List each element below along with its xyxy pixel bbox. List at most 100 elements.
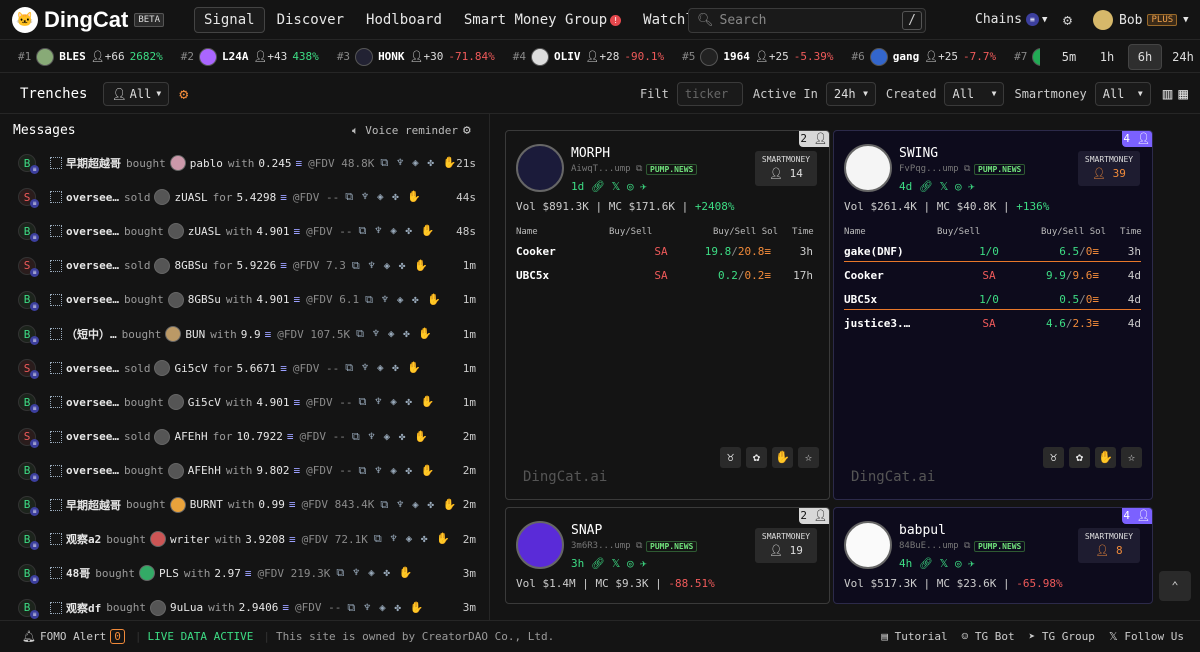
- pump-news-badge[interactable]: PUMP.NEWS: [646, 164, 698, 175]
- active-in-select[interactable]: 24h ▼: [825, 81, 876, 106]
- frog-icon[interactable]: ✿: [746, 447, 767, 468]
- token-name[interactable]: PLS: [159, 567, 179, 580]
- message-row[interactable]: B ≡ 早期超越哥 bought BURNT with 0.99 ≡ @FDV 843.4K ⧉ …: [0, 488, 489, 522]
- message-row[interactable]: B ≡ oversee… bought 8GBSu with 4.901 ≡ @FDV 6.1 ⧉…: [0, 283, 489, 317]
- star-icon[interactable]: ☆: [1121, 447, 1142, 468]
- pump-news-badge[interactable]: PUMP.NEWS: [974, 541, 1026, 552]
- trade-tools-icons[interactable]: ⧉ ♆ ◈ ✤ ✋: [352, 259, 429, 273]
- token-name[interactable]: Gi5cV: [174, 362, 207, 375]
- trade-tools-icons[interactable]: ⧉ ♆ ◈ ✤ ✋: [345, 361, 422, 375]
- token-name[interactable]: AFEhH: [188, 464, 221, 477]
- frog-icon[interactable]: ✿: [1069, 447, 1090, 468]
- footer-link-tg-bot[interactable]: ☺ TG Bot: [962, 630, 1015, 643]
- trader-name[interactable]: oversee…: [66, 396, 119, 409]
- pump-news-badge[interactable]: PUMP.NEWS: [646, 541, 698, 552]
- trade-tools-icons[interactable]: ⧉ ♆ ◈ ✤ ✋: [345, 190, 422, 204]
- message-row[interactable]: S ≡ oversee… sold 8GBSu for 5.9226 ≡ @FDV 7.3 ⧉ ♆…: [0, 249, 489, 283]
- ticker-item[interactable]: #4 OLIV 👤︎+28 -90.1%: [513, 47, 664, 66]
- ticker-item[interactable]: #2 L24A 👤︎+43 438%: [181, 47, 319, 66]
- message-row[interactable]: B ≡ oversee… bought Gi5cV with 4.901 ≡ @FDV -- ⧉ …: [0, 385, 489, 419]
- trade-tools-icons[interactable]: ⧉ ♆ ◈ ✤ ✋: [380, 156, 457, 170]
- table-row[interactable]: justice3.… SA 4.6/2.3≡ 4d: [844, 314, 1141, 334]
- token-name[interactable]: BUN: [185, 328, 205, 341]
- card-view-icon[interactable]: ▥: [1163, 84, 1173, 103]
- token-name[interactable]: 9uLua: [170, 601, 203, 614]
- token-address[interactable]: FvPqg...ump ⧉: [899, 164, 970, 174]
- message-row[interactable]: S ≡ oversee… sold zUASL for 5.4298 ≡ @FDV -- ⧉ ♆ …: [0, 180, 489, 214]
- token-card[interactable]: 4 👤︎ babpul 84BuE...ump ⧉ PUMP.NEWS 4h 🔗︎ 𝕏 …: [833, 507, 1153, 604]
- logo[interactable]: 🐱 DingCat BETA: [12, 6, 172, 33]
- trader-name[interactable]: 48哥: [66, 565, 90, 581]
- token-name[interactable]: BURNT: [190, 498, 223, 511]
- ticker-filter-input[interactable]: ticker: [676, 81, 743, 106]
- message-row[interactable]: B ≡ 观察a2 bought writer with 3.9208 ≡ @FDV 72.1K ⧉…: [0, 522, 489, 556]
- ticker-item[interactable]: #3 HONK 👤︎+30 -71.84%: [337, 47, 495, 66]
- ticker-item[interactable]: #1 BLES 👤︎+66 2682%: [18, 47, 163, 66]
- nav-smart-money-group[interactable]: Smart Money Group!: [454, 7, 631, 33]
- message-row[interactable]: S ≡ oversee… sold AFEhH for 10.7922 ≡ @FDV -- ⧉ ♆…: [0, 420, 489, 454]
- token-address[interactable]: AiwqT...ump ⧉: [571, 164, 642, 174]
- trade-tools-icons[interactable]: ⧉ ♆ ◈ ✤ ✋: [347, 601, 424, 615]
- scroll-top-button[interactable]: ⌃: [1159, 571, 1191, 601]
- trader-name[interactable]: oversee…: [66, 362, 119, 375]
- search-input[interactable]: 🔍︎ Search /: [688, 8, 926, 33]
- tf-24h[interactable]: 24h: [1166, 44, 1200, 70]
- message-row[interactable]: B ≡ （短中）… bought BUN with 9.9 ≡ @FDV 107.5K ⧉ ♆ ◈…: [0, 317, 489, 351]
- trade-tools-icons[interactable]: ⧉ ♆ ◈ ✤ ✋: [374, 532, 451, 546]
- table-row[interactable]: Cooker SA 9.9/9.6≡ 4d: [844, 266, 1141, 286]
- pump-news-badge[interactable]: PUMP.NEWS: [974, 164, 1026, 175]
- trader-name[interactable]: 观察a2: [66, 531, 101, 547]
- trader-name[interactable]: 早期超越哥: [66, 155, 121, 171]
- token-name[interactable]: zUASL: [188, 225, 221, 238]
- trader-name[interactable]: oversee…: [66, 293, 119, 306]
- created-select[interactable]: All ▼: [944, 81, 1005, 106]
- chains-selector[interactable]: Chains ≡ ▼: [975, 12, 1047, 27]
- nav-signal[interactable]: Signal: [194, 6, 265, 33]
- nav-discover[interactable]: Discover: [267, 7, 354, 33]
- token-card[interactable]: 2 👤︎ SNAP 3m6R3...ump ⧉ PUMP.NEWS 3h 🔗︎ 𝕏 ◎ …: [505, 507, 830, 604]
- footer-link-tutorial[interactable]: ▤ Tutorial: [881, 630, 947, 643]
- token-card[interactable]: 4 👤︎ SWING FvPqg...ump ⧉ PUMP.NEWS 4d 🔗︎ 𝕏 ◎…: [833, 130, 1153, 500]
- trader-name[interactable]: 观察df: [66, 600, 101, 616]
- trader-name[interactable]: 早期超越哥: [66, 497, 121, 513]
- dog-icon[interactable]: ✋: [1095, 447, 1116, 468]
- tf-5m[interactable]: 5m: [1052, 44, 1086, 70]
- trader-name[interactable]: （短中）…: [66, 326, 117, 342]
- table-row[interactable]: UBC5x 1/0 0.5/0≡ 4d: [844, 290, 1141, 310]
- trade-tools-icons[interactable]: ⧉ ♆ ◈ ✤ ✋: [358, 464, 435, 478]
- message-row[interactable]: B ≡ 早期超越哥 bought pablo with 0.245 ≡ @FDV 48.8K ⧉ …: [0, 146, 489, 180]
- tf-6h[interactable]: 6h: [1128, 44, 1162, 70]
- voice-reminder-toggle[interactable]: 🔈︎ Voice reminder: [352, 124, 458, 138]
- dog-icon[interactable]: ✋: [772, 447, 793, 468]
- trader-name[interactable]: oversee…: [66, 259, 119, 272]
- smartmoney-select[interactable]: All ▼: [1094, 81, 1151, 106]
- table-row[interactable]: UBC5x SA 0.2/0.2≡ 17h: [516, 266, 813, 286]
- group-filter-dropdown[interactable]: 👤︎ All ▼: [103, 81, 170, 106]
- token-name[interactable]: zUASL: [174, 191, 207, 204]
- trade-tools-icons[interactable]: ⧉ ♆ ◈ ✤ ✋: [356, 327, 433, 341]
- trader-name[interactable]: oversee…: [66, 464, 119, 477]
- trade-tools-icons[interactable]: ⧉ ♆ ◈ ✤ ✋: [358, 224, 435, 238]
- message-row[interactable]: B ≡ oversee… bought AFEhH with 9.802 ≡ @FDV -- ⧉ …: [0, 454, 489, 488]
- token-address[interactable]: 3m6R3...ump ⧉: [571, 541, 642, 551]
- footer-link-follow-us[interactable]: 𝕏 Follow Us: [1109, 630, 1184, 643]
- trade-tools-icons[interactable]: ⧉ ♆ ◈ ✤ ✋: [380, 498, 457, 512]
- trader-name[interactable]: oversee…: [66, 430, 119, 443]
- star-icon[interactable]: ☆: [798, 447, 819, 468]
- token-address[interactable]: 84BuE...ump ⧉: [899, 541, 970, 551]
- trader-name[interactable]: oversee…: [66, 225, 119, 238]
- bull-icon[interactable]: ♉: [720, 447, 741, 468]
- ticker-item[interactable]: #6 gang 👤︎+25 -7.7%: [851, 47, 996, 66]
- message-row[interactable]: B ≡ 48哥 bought PLS with 2.97 ≡ @FDV 219.3K ⧉ ♆ ◈ …: [0, 556, 489, 590]
- trade-tools-icons[interactable]: ⧉ ♆ ◈ ✤ ✋: [336, 566, 413, 580]
- token-name[interactable]: pablo: [190, 157, 223, 170]
- trade-tools-icons[interactable]: ⧉ ♆ ◈ ✤ ✋: [352, 430, 429, 444]
- trade-tools-icons[interactable]: ⧉ ♆ ◈ ✤ ✋: [365, 293, 442, 307]
- token-name[interactable]: writer: [170, 533, 210, 546]
- settings-icon[interactable]: ⚙: [179, 85, 188, 103]
- message-row[interactable]: B ≡ 观察df bought 9uLua with 2.9406 ≡ @FDV -- ⧉ ♆ ◈…: [0, 590, 489, 620]
- token-name[interactable]: 8GBSu: [188, 293, 221, 306]
- bull-icon[interactable]: ♉: [1043, 447, 1064, 468]
- gear-icon[interactable]: ⚙: [1063, 11, 1072, 29]
- table-row[interactable]: Cooker SA 19.8/20.8≡ 3h: [516, 242, 813, 262]
